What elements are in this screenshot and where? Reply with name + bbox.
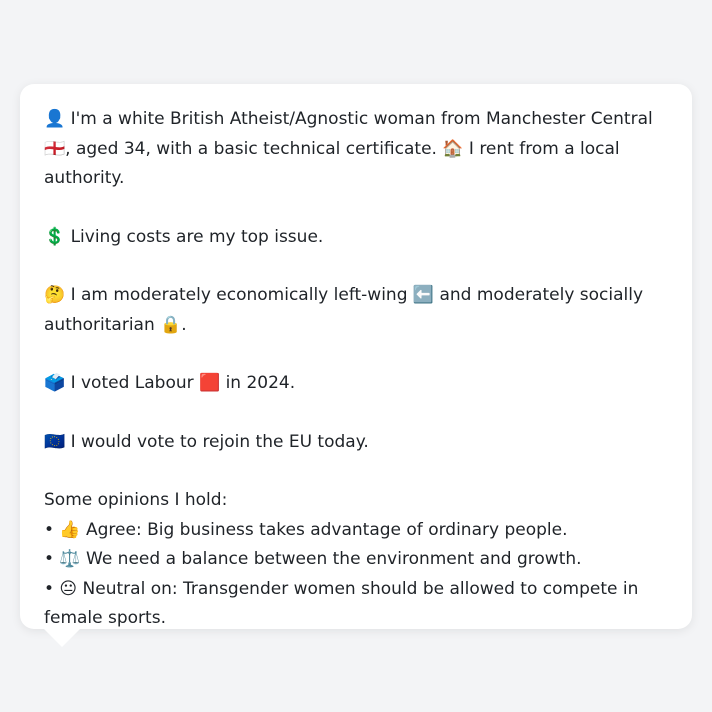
opinion-item: • ⚖️ We need a balance between the envir… xyxy=(44,549,582,569)
bubble-tail xyxy=(44,629,80,647)
opinion-item: • 👍 Agree: Big business takes advantage … xyxy=(44,519,568,540)
top-issue-text: 💲 Living costs are my top issue. xyxy=(44,226,324,247)
opinions-block: Some opinions I hold: • 👍 Agree: Big bus… xyxy=(44,486,668,634)
opinion-item: • 😐 Neutral on: Transgender women should… xyxy=(44,578,639,629)
profile-text: 👤 I'm a white British Atheist/Agnostic w… xyxy=(44,109,653,188)
ideology-text: 🤔 I am moderately economically left-wing… xyxy=(44,285,644,335)
opinions-heading: Some opinions I hold: xyxy=(44,490,228,510)
eu-text: 🇪🇺 I would vote to rejoin the EU today. xyxy=(44,431,369,452)
persona-message-bubble: 👤 I'm a white British Atheist/Agnostic w… xyxy=(20,84,692,647)
vote-text: 🗳️ I voted Labour 🟥 in 2024. xyxy=(44,373,296,393)
